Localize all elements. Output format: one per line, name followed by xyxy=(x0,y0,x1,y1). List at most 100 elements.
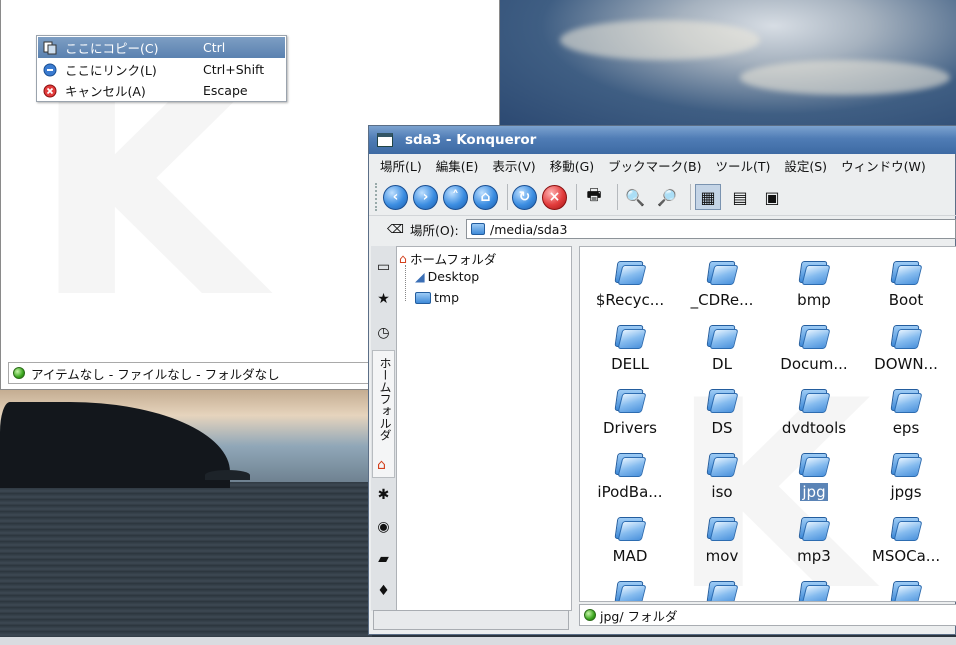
file-item[interactable]: mp3 xyxy=(768,505,860,567)
file-name: dvdtools xyxy=(781,419,847,437)
file-item[interactable]: eps xyxy=(860,377,952,439)
preview-icon[interactable]: ▣ xyxy=(759,184,785,210)
file-name: DELL xyxy=(611,355,649,373)
menu-item-cancel[interactable]: キャンセル(A) Escape xyxy=(38,80,285,101)
tree-item-tmp[interactable]: tmp xyxy=(415,290,459,305)
folder-icon xyxy=(706,321,739,351)
file-name: _CDRe... xyxy=(690,291,754,309)
file-item[interactable] xyxy=(768,569,860,601)
zoom-in-icon[interactable]: 🔍 xyxy=(622,184,648,210)
zoom-out-icon[interactable]: 🔎 xyxy=(654,184,680,210)
toolbar-grip[interactable] xyxy=(375,183,379,211)
sidebar-tabs: ▭ ★ ◷ ホームフォルダ ⌂ ✱ ◉ ▰ ♦ xyxy=(371,246,396,611)
file-item[interactable]: iPodBa... xyxy=(584,441,676,503)
file-item[interactable] xyxy=(676,569,768,601)
folder-icon xyxy=(614,449,647,479)
file-item[interactable]: Drivers xyxy=(584,377,676,439)
file-item[interactable]: mov xyxy=(676,505,768,567)
back-arrow-icon[interactable]: ‹ xyxy=(383,184,408,210)
file-item[interactable]: MSOCa... xyxy=(860,505,952,567)
clear-location-icon[interactable]: ⌫ xyxy=(387,222,404,236)
up-arrow-icon[interactable]: ˄ xyxy=(443,184,468,210)
file-item[interactable]: Boot xyxy=(860,249,952,311)
menu-window[interactable]: ウィンドウ(W) xyxy=(841,156,926,175)
menu-edit[interactable]: 編集(E) xyxy=(436,156,479,175)
menu-tools[interactable]: ツール(T) xyxy=(715,156,770,175)
file-item[interactable]: jpgs xyxy=(860,441,952,503)
menu-item-shortcut: Ctrl+Shift xyxy=(203,62,265,77)
toolbar-separator xyxy=(690,184,691,210)
file-item[interactable]: bmp xyxy=(768,249,860,311)
menu-go[interactable]: 移動(G) xyxy=(550,156,594,175)
sidebar-services-icon[interactable]: ♦ xyxy=(372,578,395,604)
file-icon-view: K $Recyc... _CDRe... bmp Boot DELL DL Docum...… xyxy=(579,246,956,602)
forward-arrow-icon[interactable]: › xyxy=(413,184,438,210)
sidebar-bookmark-icon[interactable]: ▭ xyxy=(372,254,395,280)
tree-item-label: tmp xyxy=(434,290,460,305)
location-label: 場所(O): xyxy=(409,222,459,238)
reload-icon[interactable]: ↻ xyxy=(512,184,537,210)
file-item[interactable]: Docum... xyxy=(768,313,860,375)
file-name: mp3 xyxy=(797,547,831,565)
wallpaper-water xyxy=(0,482,372,645)
tree-item-desktop[interactable]: ◢ Desktop xyxy=(415,269,479,284)
file-item[interactable]: jpg xyxy=(768,441,860,503)
file-item[interactable]: $Recyc... xyxy=(584,249,676,311)
file-item[interactable]: iso xyxy=(676,441,768,503)
file-item[interactable]: MAD xyxy=(584,505,676,567)
tree-branch-line xyxy=(405,265,406,301)
file-item[interactable]: DOWN... xyxy=(860,313,952,375)
sidebar-network-icon[interactable]: ◉ xyxy=(372,514,395,540)
menu-item-link-here[interactable]: ここにリンク(L) Ctrl+Shift xyxy=(38,59,285,80)
folder-icon xyxy=(798,513,831,543)
stop-icon[interactable]: × xyxy=(542,184,567,210)
home-icon[interactable]: ⌂ xyxy=(473,184,498,210)
folder-icon xyxy=(798,321,831,351)
menu-bar: 場所(L) 編集(E) 表示(V) 移動(G) ブックマーク(B) ツール(T)… xyxy=(369,154,956,177)
toolbar-separator xyxy=(576,184,577,210)
file-item[interactable]: DELL xyxy=(584,313,676,375)
file-item[interactable]: DL xyxy=(676,313,768,375)
status-led-icon xyxy=(13,367,25,379)
menu-view[interactable]: 表示(V) xyxy=(492,156,535,175)
menu-item-copy-here[interactable]: ここにコピー(C) Ctrl xyxy=(38,37,285,58)
file-name: Docum... xyxy=(780,355,848,373)
file-item[interactable]: _CDRe... xyxy=(676,249,768,311)
sidebar-star-icon[interactable]: ★ xyxy=(372,286,395,312)
folder-icon xyxy=(798,385,831,415)
menu-bookmarks[interactable]: ブックマーク(B) xyxy=(608,156,701,175)
icon-view-icon[interactable]: ▦ xyxy=(695,184,721,210)
file-name: eps xyxy=(892,419,920,437)
file-name: DOWN... xyxy=(874,355,938,373)
file-name: iPodBa... xyxy=(597,483,663,501)
file-name: Boot xyxy=(888,291,924,309)
file-item[interactable]: DS xyxy=(676,377,768,439)
menu-item-label: ここにコピー(C) xyxy=(65,41,159,56)
file-name: iso xyxy=(711,483,733,501)
sidebar-tab-label: ホームフォルダ xyxy=(378,357,392,441)
file-item[interactable] xyxy=(860,569,952,601)
folder-icon xyxy=(706,577,739,601)
sidebar-folder-icon[interactable]: ▰ xyxy=(372,546,395,572)
folder-icon xyxy=(798,577,831,601)
menu-settings[interactable]: 設定(S) xyxy=(784,156,827,175)
window-title: sda3 - Konqueror xyxy=(405,132,537,148)
file-item[interactable] xyxy=(584,569,676,601)
title-bar[interactable]: sda3 - Konqueror xyxy=(369,126,956,154)
menu-item-label: キャンセル(A) xyxy=(65,84,146,99)
main-status-text: jpg/ フォルダ xyxy=(600,608,678,624)
tab-home-folder[interactable]: ホームフォルダ ⌂ xyxy=(372,350,395,478)
menu-location[interactable]: 場所(L) xyxy=(380,156,422,175)
tree-item-label: ホームフォルダ xyxy=(409,252,497,267)
file-name: DS xyxy=(711,419,733,437)
tree-view-icon[interactable]: ▤ xyxy=(727,184,753,210)
file-item[interactable]: dvdtools xyxy=(768,377,860,439)
sidebar-media-icon[interactable]: ✱ xyxy=(372,482,395,508)
file-name: jpg xyxy=(800,483,828,501)
location-input[interactable]: /media/sda3 xyxy=(466,219,956,239)
file-name: $Recyc... xyxy=(595,291,665,309)
tree-item-home[interactable]: ⌂ ホームフォルダ xyxy=(399,249,496,268)
print-icon[interactable]: 🖶 xyxy=(581,184,607,210)
location-bar: ⌫ 場所(O): /media/sda3 xyxy=(369,217,956,241)
sidebar-history-icon[interactable]: ◷ xyxy=(372,320,395,346)
